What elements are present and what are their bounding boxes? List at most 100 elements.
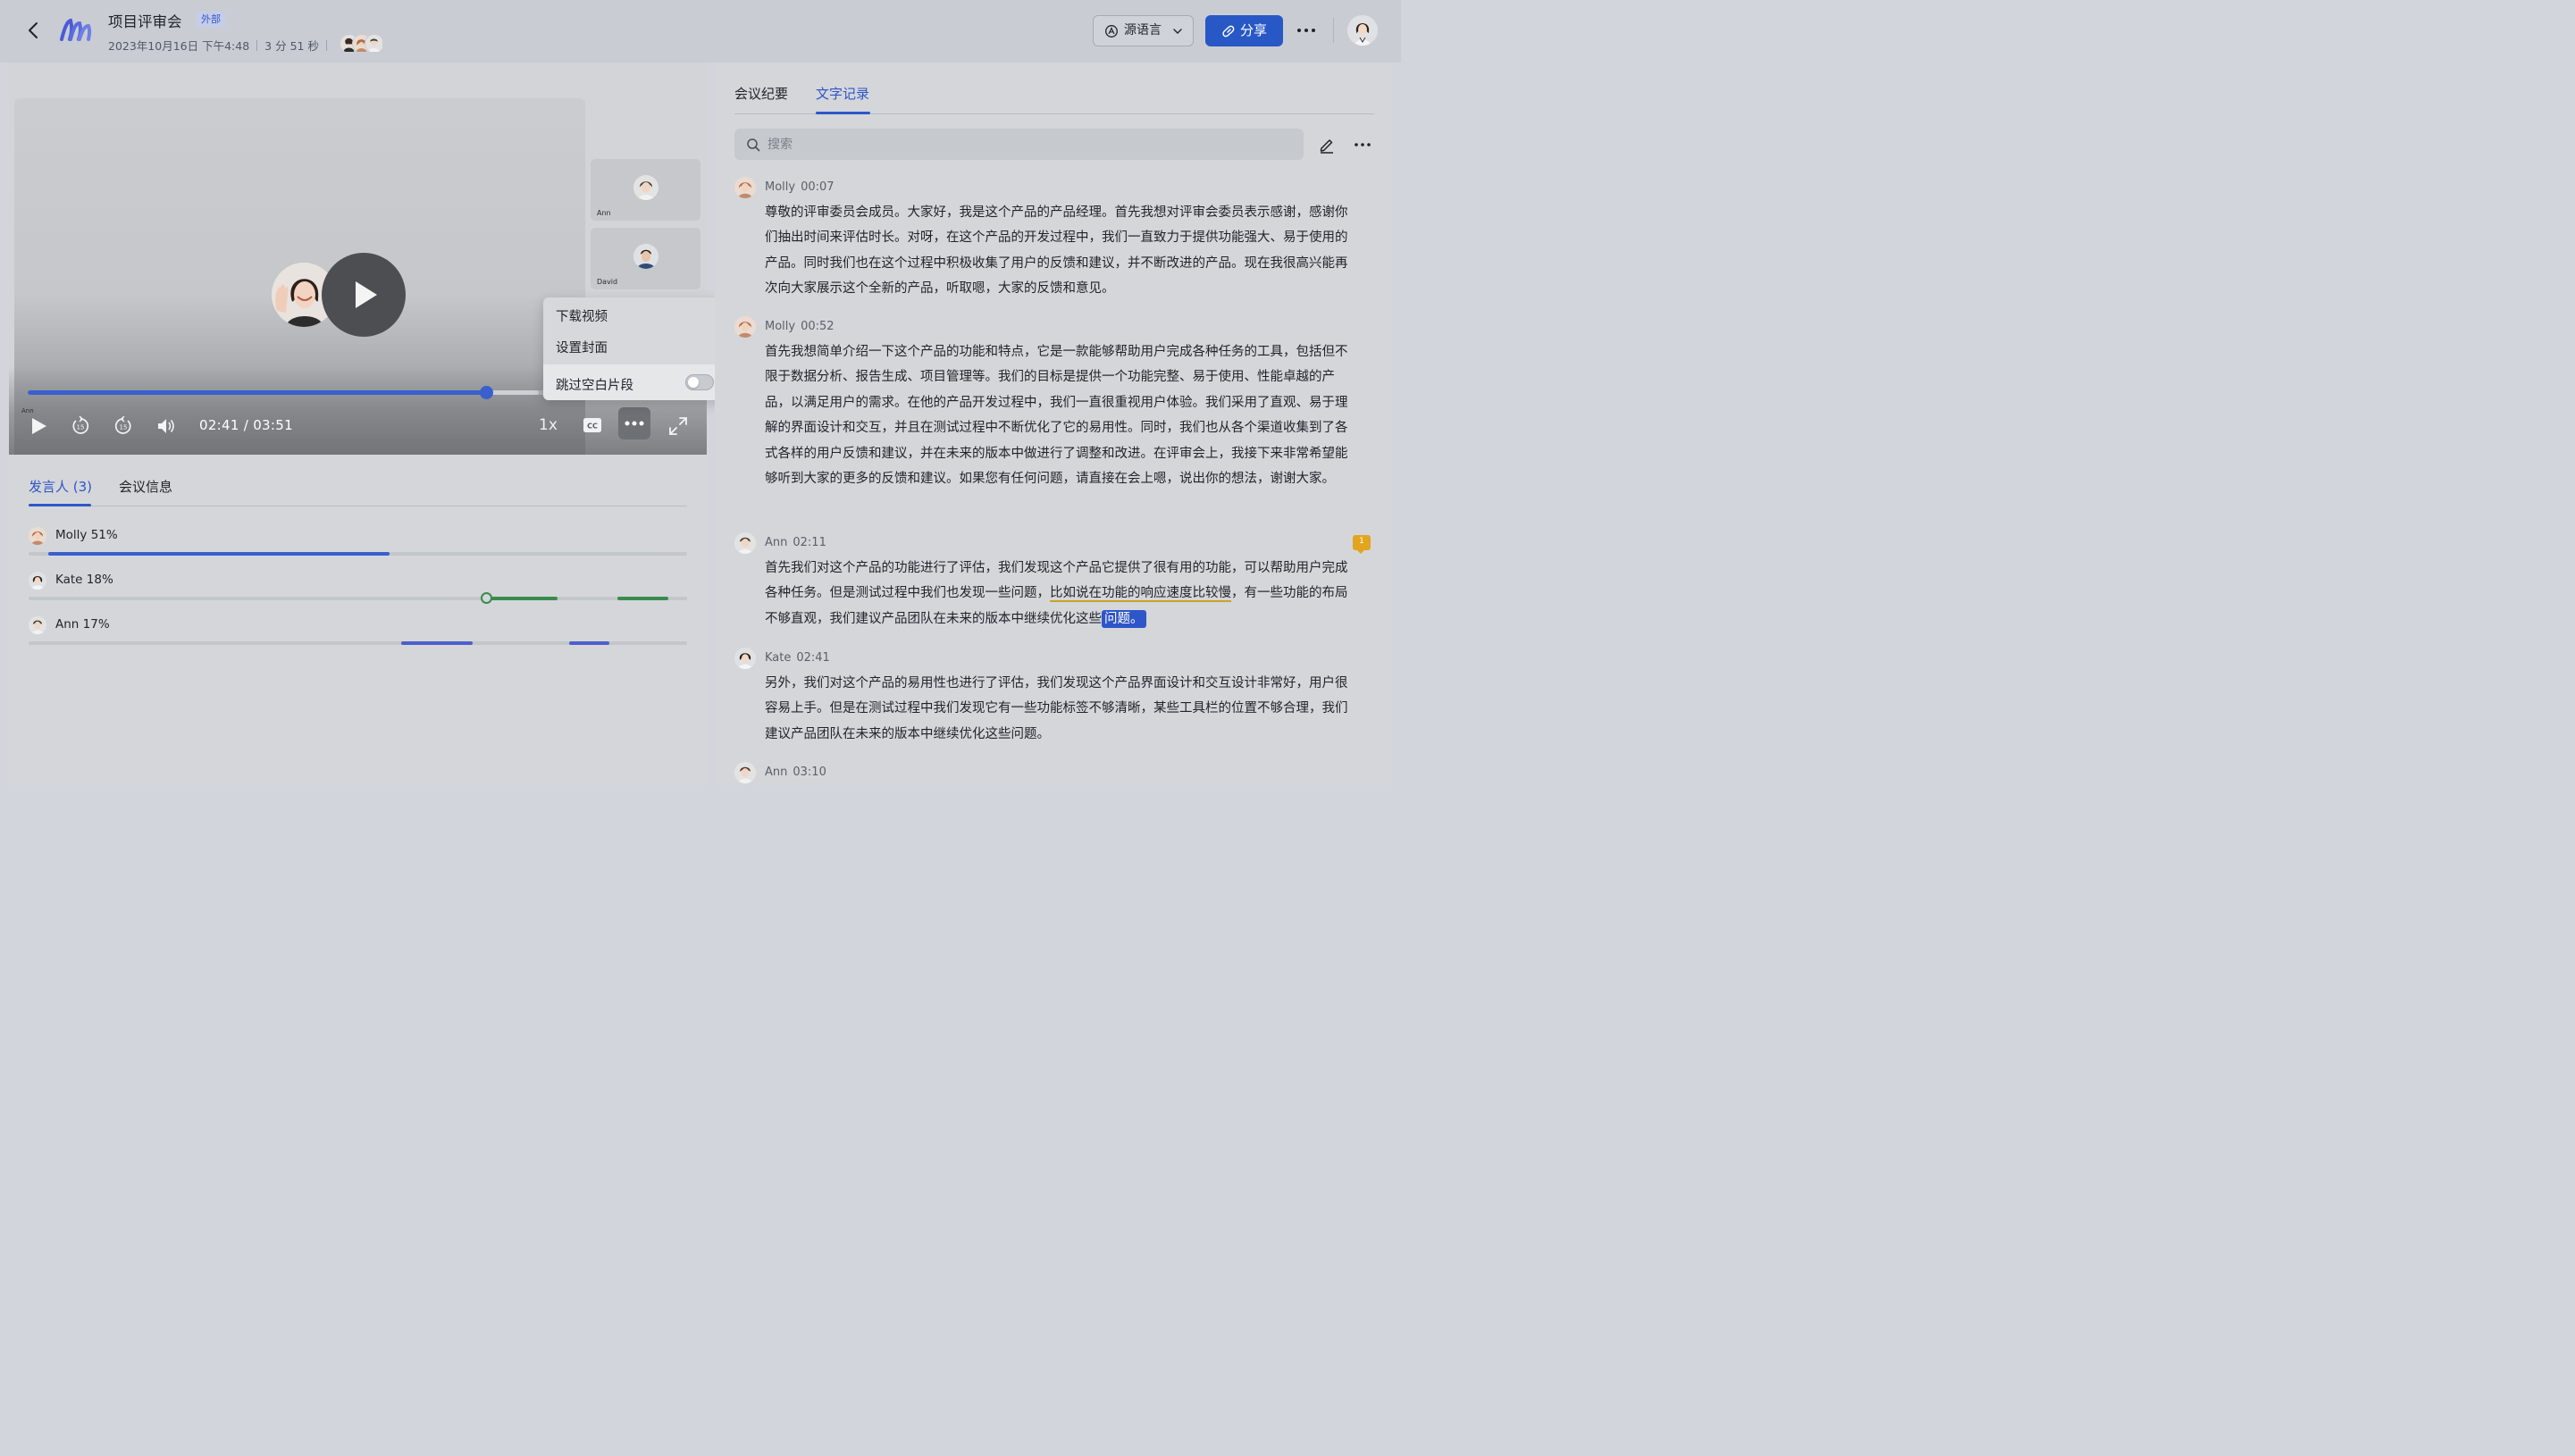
avatar	[734, 177, 756, 198]
timestamp[interactable]: 00:52	[801, 320, 834, 333]
speaker-timeline-ann[interactable]	[29, 641, 687, 645]
avatar	[734, 762, 756, 783]
meeting-duration: 3 分 51 秒	[264, 39, 319, 53]
speaker-name: Molly	[765, 320, 796, 333]
selected-text[interactable]: 问题。	[1102, 609, 1146, 628]
transcript-text: 首先我们对这个产品的功能进行了评估，我们发现这个产品它提供了很有用的功能，可以帮…	[765, 556, 1355, 632]
timestamp[interactable]: 02:41	[796, 651, 829, 665]
timestamp[interactable]: 02:11	[793, 536, 826, 549]
user-avatar[interactable]	[1347, 15, 1378, 46]
avatar	[29, 527, 46, 545]
transcript-more-icon[interactable]	[1351, 136, 1374, 154]
play-icon	[356, 281, 377, 308]
transcript-text: 尊敬的评审委员会成员。大家好，我是这个产品的产品经理。首先我想对评审会委员表示感…	[765, 205, 1348, 297]
participant-thumbnail[interactable]: Ann	[591, 159, 700, 221]
skip-blank-toggle[interactable]	[685, 374, 714, 390]
player-options-menu: 下载视频 设置封面 跳过空白片段	[543, 297, 725, 400]
captions-icon[interactable]: CC	[583, 417, 602, 433]
edit-icon[interactable]	[1318, 136, 1336, 154]
avatar	[734, 532, 756, 554]
transcript-text: 首先我想简单介绍一下这个产品的功能和特点，它是一款能够帮助用户完成各种任务的工具…	[765, 345, 1348, 487]
search-input[interactable]	[767, 129, 1286, 160]
transcript-entry[interactable]: Molly 00:52 首先我想简单介绍一下这个产品的功能和特点，它是一款能够帮助…	[734, 316, 1360, 517]
forward-seconds: 15	[120, 424, 128, 431]
more-options-icon[interactable]	[1294, 20, 1319, 41]
timestamp[interactable]: 03:10	[793, 766, 826, 779]
participant-thumbnail[interactable]: David	[591, 228, 700, 289]
search-icon	[747, 138, 760, 152]
timeline-position-marker[interactable]	[481, 592, 492, 604]
meeting-title: 项目评审会	[108, 13, 182, 30]
menu-item-set-cover[interactable]: 设置封面	[556, 338, 608, 356]
meta-divider	[325, 40, 327, 51]
transcript-entry[interactable]: Kate 02:41 另外，我们对这个产品的易用性也进行了评估，我们发现这个产品界…	[734, 648, 1360, 746]
play-icon[interactable]	[29, 416, 48, 436]
minutes-logo-icon	[60, 18, 92, 41]
progress-played	[28, 390, 487, 395]
transcript-search[interactable]	[734, 129, 1304, 160]
fullscreen-icon[interactable]	[668, 416, 688, 436]
volume-icon[interactable]	[156, 416, 176, 436]
header-divider	[1333, 18, 1334, 43]
comment-count-badge[interactable]: 1	[1353, 535, 1371, 554]
transcript-entry[interactable]: Molly 00:07 尊敬的评审委员会成员。大家好，我是这个产品的产品经理。首先…	[734, 177, 1360, 302]
share-button[interactable]: 分享	[1205, 15, 1283, 46]
meeting-meta: 2023年10月16日 下午4:48 3 分 51 秒	[108, 37, 334, 54]
translate-icon	[1105, 25, 1118, 38]
speaker-name: Ann	[765, 766, 788, 779]
top-bar: 项目评审会 外部 2023年10月16日 下午4:48 3 分 51 秒 源语言 …	[0, 0, 1401, 63]
playback-time: 02:41 / 03:51	[199, 417, 293, 433]
chevron-down-icon	[1173, 29, 1182, 34]
speech-segment	[617, 597, 668, 600]
tab-speakers[interactable]: 发言人 (3)	[29, 477, 92, 496]
captions-label: CC	[587, 423, 598, 431]
menu-item-download-video[interactable]: 下载视频	[556, 306, 608, 325]
speaker-name: Kate	[765, 651, 792, 665]
link-icon	[1222, 25, 1235, 38]
speaker-label: Kate 18%	[55, 573, 113, 587]
speech-segment	[486, 597, 558, 600]
rewind-seconds: 15	[77, 424, 85, 431]
timestamp[interactable]: 00:07	[801, 180, 834, 194]
back-arrow-icon[interactable]	[23, 20, 45, 41]
play-overlay-button[interactable]	[322, 253, 406, 337]
more-options-icon	[625, 421, 644, 426]
avatar	[29, 572, 46, 590]
menu-item-skip-blank[interactable]: 跳过空白片段	[556, 375, 633, 394]
source-language-label: 源语言	[1124, 23, 1162, 38]
entry-header: Molly 00:52	[765, 320, 835, 333]
rewind-15-icon[interactable]: 15	[71, 416, 90, 436]
entry-header: Kate 02:41	[765, 651, 830, 665]
avatar	[633, 244, 658, 269]
speaker-timeline-molly[interactable]	[29, 552, 687, 556]
share-label: 分享	[1240, 22, 1268, 38]
avatar	[29, 616, 46, 634]
attendee-avatars[interactable]	[340, 34, 386, 54]
transcript-entry[interactable]: Ann 02:11 首先我们对这个产品的功能进行了评估，我们发现这个产品它提供了很…	[734, 532, 1360, 631]
meta-divider	[256, 40, 258, 51]
avatar	[365, 34, 384, 54]
avatar	[734, 316, 756, 338]
overlay-speaker-name: Ann	[21, 407, 34, 414]
entry-header: Molly 00:07	[765, 180, 835, 194]
speech-segment	[48, 552, 390, 556]
transcript-entry[interactable]: Ann 03:10	[734, 762, 1360, 785]
source-language-dropdown[interactable]: 源语言	[1093, 15, 1194, 46]
speaker-name: Ann	[765, 536, 788, 549]
tab-meeting-minutes[interactable]: 会议纪要	[734, 84, 788, 103]
playback-speed-button[interactable]: 1x	[539, 416, 558, 434]
avatar	[633, 175, 658, 200]
entry-header: Ann 02:11	[765, 536, 826, 549]
tab-transcript[interactable]: 文字记录	[816, 84, 869, 103]
forward-15-icon[interactable]: 15	[113, 416, 133, 436]
speaker-name: Molly	[765, 180, 796, 194]
speaker-timeline-kate[interactable]	[29, 592, 687, 604]
active-tab-indicator	[816, 112, 870, 114]
thumbnail-name: David	[597, 278, 618, 286]
tab-meeting-info[interactable]: 会议信息	[119, 477, 172, 496]
player-more-button[interactable]	[618, 407, 650, 439]
thumbnail-name: Ann	[597, 209, 611, 217]
avatar	[734, 648, 756, 669]
commented-text[interactable]: 比如说在功能的响应速度比较慢	[1050, 586, 1231, 603]
video-progress-bar[interactable]	[28, 386, 555, 399]
